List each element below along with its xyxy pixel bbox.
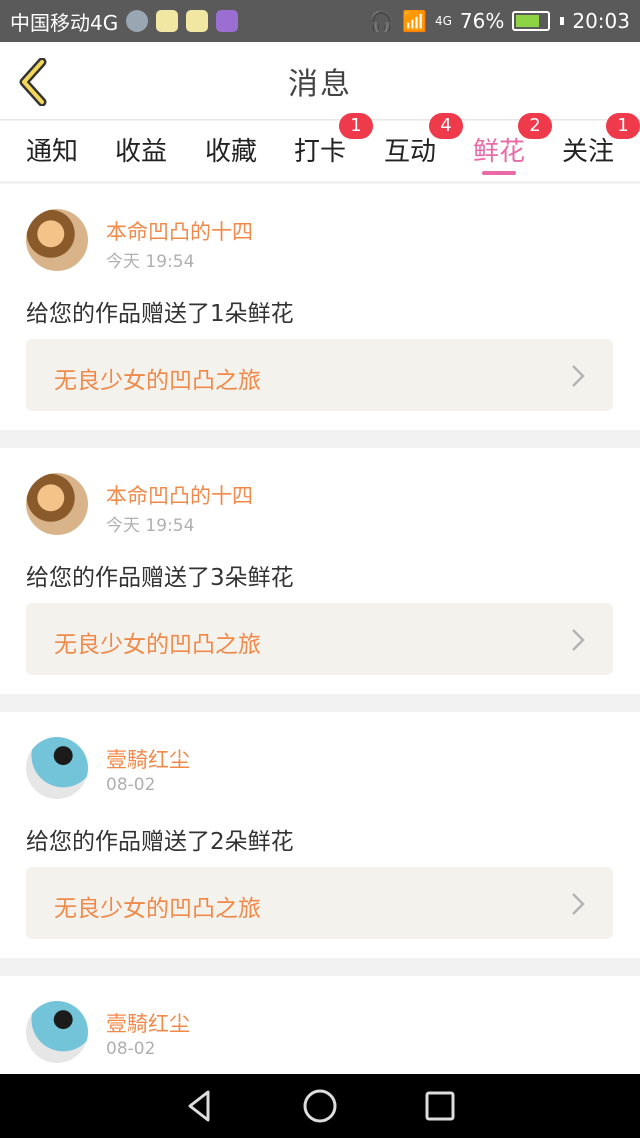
keyboard-icon bbox=[216, 10, 239, 32]
badge-flowers: 2 bbox=[518, 113, 552, 139]
back-triangle-icon[interactable] bbox=[180, 1086, 220, 1126]
chevron-right-icon bbox=[572, 893, 585, 915]
work-link[interactable]: 无良少女的凹凸之旅 bbox=[26, 339, 613, 411]
clock: 20:03 bbox=[572, 9, 630, 33]
tab-checkin[interactable]: 打卡 bbox=[294, 131, 346, 168]
app-icon bbox=[186, 10, 209, 32]
globe-icon bbox=[126, 10, 149, 32]
tab-notice[interactable]: 通知 bbox=[26, 131, 78, 168]
active-tab-indicator bbox=[482, 171, 516, 175]
badge-checkin: 1 bbox=[339, 113, 373, 139]
tab-flowers[interactable]: 鲜花 bbox=[473, 131, 525, 168]
tab-favorites[interactable]: 收藏 bbox=[205, 131, 257, 168]
message-card: 本命凹凸的十四 今天 19:54 给您的作品赠送了1朵鲜花 无良少女的凹凸之旅 bbox=[0, 184, 640, 430]
chevron-right-icon bbox=[572, 365, 585, 387]
chevron-right-icon bbox=[572, 629, 585, 651]
message-time: 今天 19:54 bbox=[106, 252, 195, 272]
app-icon bbox=[156, 10, 179, 32]
system-nav-bar bbox=[0, 1074, 640, 1138]
message-text: 给您的作品赠送了3朵鲜花 bbox=[26, 565, 294, 591]
message-card: 壹騎红尘 08-02 bbox=[0, 976, 640, 1074]
avatar[interactable] bbox=[26, 209, 88, 271]
user-name[interactable]: 壹騎红尘 bbox=[106, 1008, 190, 1038]
tab-bar: 通知 收益 收藏 打卡 互动 鲜花 关注 1 4 2 1 bbox=[0, 113, 640, 181]
user-name[interactable]: 本命凹凸的十四 bbox=[106, 216, 253, 246]
page-title: 消息 bbox=[288, 66, 352, 102]
message-text: 给您的作品赠送了2朵鲜花 bbox=[26, 829, 294, 855]
chevron-left-icon[interactable] bbox=[14, 58, 54, 106]
tab-follow[interactable]: 关注 bbox=[562, 131, 614, 168]
message-card: 本命凹凸的十四 今天 19:54 给您的作品赠送了3朵鲜花 无良少女的凹凸之旅 bbox=[0, 448, 640, 694]
recents-square-icon[interactable] bbox=[420, 1086, 460, 1126]
badge-follow: 1 bbox=[606, 113, 640, 139]
status-bar: 中国移动4G 🎧 📶 4G 76% 20:03 bbox=[0, 0, 640, 42]
network-label: 4G bbox=[434, 14, 452, 28]
battery-cap bbox=[560, 17, 565, 25]
tab-earnings[interactable]: 收益 bbox=[115, 131, 167, 168]
message-time: 08-02 bbox=[106, 1039, 156, 1059]
message-text: 给您的作品赠送了1朵鲜花 bbox=[26, 301, 294, 327]
badge-interaction: 4 bbox=[429, 113, 463, 139]
avatar[interactable] bbox=[26, 737, 88, 799]
home-circle-icon[interactable] bbox=[300, 1086, 340, 1126]
avatar[interactable] bbox=[26, 1001, 88, 1063]
tab-interaction[interactable]: 互动 bbox=[384, 131, 436, 168]
headphones-icon: 🎧 bbox=[369, 9, 395, 33]
battery-icon bbox=[512, 11, 551, 31]
work-title: 无良少女的凹凸之旅 bbox=[54, 632, 261, 658]
user-name[interactable]: 本命凹凸的十四 bbox=[106, 480, 253, 510]
wifi-icon: 📶 bbox=[402, 9, 427, 33]
battery-percent: 76% bbox=[459, 9, 505, 33]
avatar[interactable] bbox=[26, 473, 88, 535]
message-time: 今天 19:54 bbox=[106, 516, 195, 536]
app-header: 消息 bbox=[0, 42, 640, 120]
battery-level bbox=[516, 15, 540, 27]
user-name[interactable]: 壹騎红尘 bbox=[106, 744, 190, 774]
message-time: 08-02 bbox=[106, 775, 156, 795]
work-link[interactable]: 无良少女的凹凸之旅 bbox=[26, 867, 613, 939]
message-card: 壹騎红尘 08-02 给您的作品赠送了2朵鲜花 无良少女的凹凸之旅 bbox=[0, 712, 640, 958]
work-link[interactable]: 无良少女的凹凸之旅 bbox=[26, 603, 613, 675]
carrier-label: 中国移动4G bbox=[10, 10, 119, 35]
work-title: 无良少女的凹凸之旅 bbox=[54, 368, 261, 394]
work-title: 无良少女的凹凸之旅 bbox=[54, 896, 261, 922]
